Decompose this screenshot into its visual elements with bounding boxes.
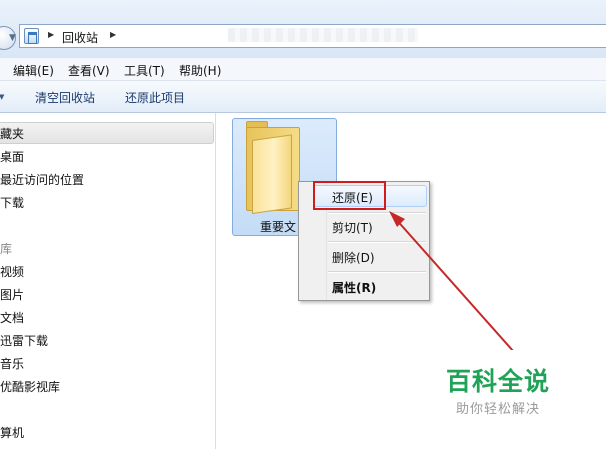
watermark-title: 百科全说 bbox=[446, 367, 551, 396]
watermark-subtitle: 助你轻松解决 bbox=[456, 402, 541, 417]
